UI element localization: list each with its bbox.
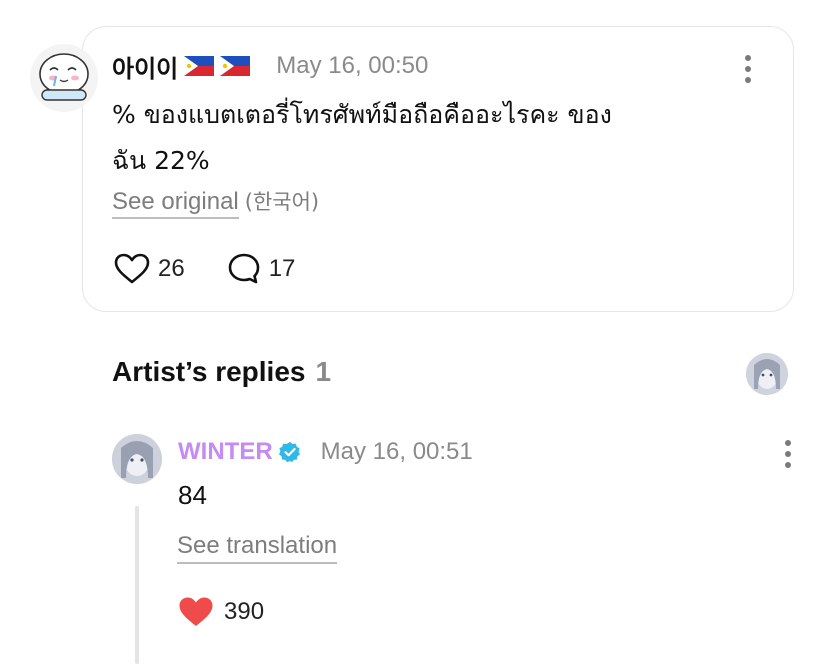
section-title-text: Artist’s replies <box>112 356 306 387</box>
post-text: % ของแบตเตอรี่โทรศัพท์มือถือคืออะไรคะ ขอ… <box>112 100 612 175</box>
see-translation-link[interactable]: See translation <box>177 532 338 564</box>
philippines-flag-icon <box>220 56 251 76</box>
post-header: 아이이 May 16, 00:50 <box>112 49 429 84</box>
original-language: (한국어) <box>244 190 320 214</box>
artist-avatar[interactable] <box>746 353 788 395</box>
reply-header: WINTER May 16, 00:51 <box>178 436 473 468</box>
reply-text: 84 <box>178 480 207 510</box>
artist-avatar-image <box>746 353 788 395</box>
post-author[interactable]: 아이이 <box>112 49 178 84</box>
philippines-flag-icon <box>184 56 215 76</box>
reply-avatar-image <box>112 434 162 484</box>
comment-bubble-icon <box>228 253 260 284</box>
more-vertical-icon[interactable] <box>744 55 752 83</box>
see-original-link[interactable]: See original <box>112 188 239 219</box>
reply-author[interactable]: WINTER <box>178 438 273 466</box>
heart-outline-icon <box>114 253 150 284</box>
reply-like-button[interactable]: 390 <box>178 596 264 628</box>
heart-filled-icon <box>179 597 213 626</box>
comment-count: 17 <box>268 255 296 282</box>
like-button[interactable]: 26 <box>114 253 185 285</box>
more-vertical-icon[interactable] <box>784 440 792 468</box>
verified-badge-icon <box>278 442 300 463</box>
like-count: 26 <box>158 255 185 282</box>
post-timestamp: May 16, 00:50 <box>276 52 429 79</box>
see-original: See original (한국어) <box>112 186 320 219</box>
reply-avatar[interactable] <box>112 434 162 484</box>
avatar[interactable] <box>30 44 98 112</box>
section-title: Artist’s replies 1 <box>112 356 331 388</box>
thread-line <box>135 506 139 664</box>
post-actions: 26 17 <box>114 252 337 286</box>
comment-button[interactable]: 17 <box>227 252 296 286</box>
avatar-illustration <box>39 53 89 101</box>
reply-timestamp: May 16, 00:51 <box>320 438 473 465</box>
reply-like-count: 390 <box>224 598 265 625</box>
reply-count: 1 <box>315 356 332 387</box>
